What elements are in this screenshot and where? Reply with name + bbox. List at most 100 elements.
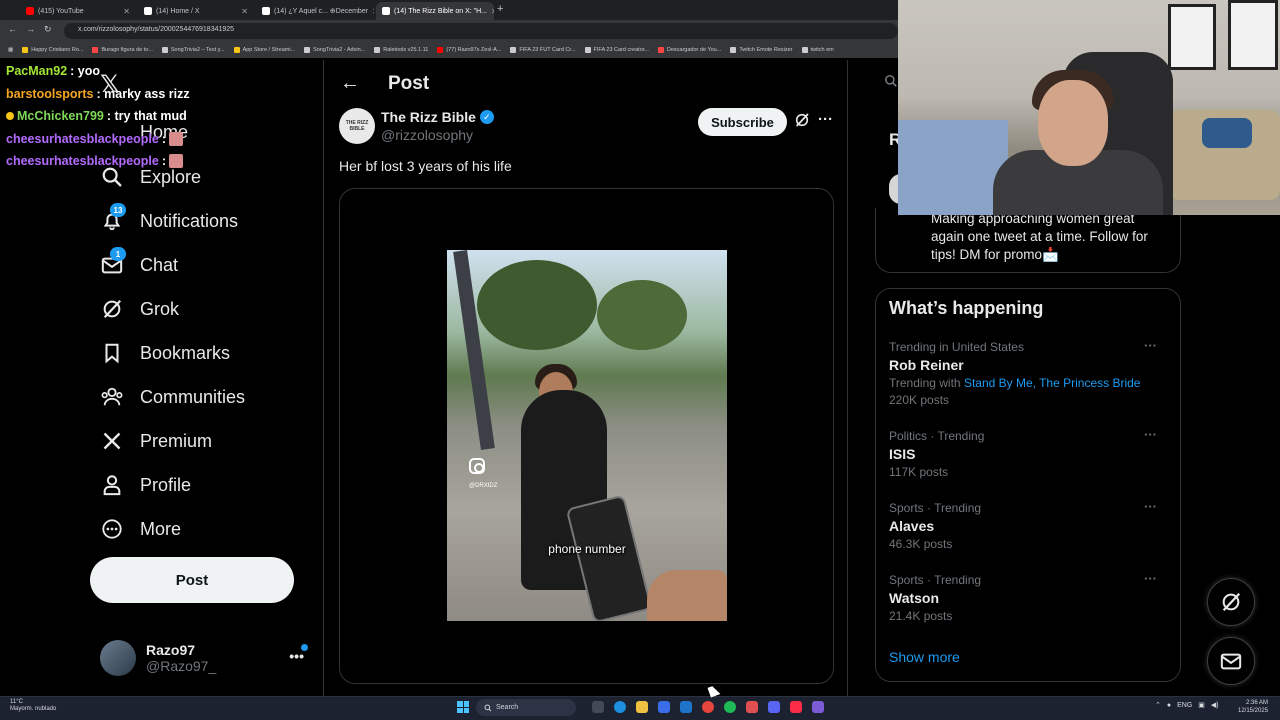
author-name[interactable]: The Rizz Bible ✓: [381, 109, 494, 125]
bookmark-item[interactable]: Burago figura de to...: [92, 47, 153, 53]
trend-item[interactable]: Sports · Trending Alaves 46.3K posts ···: [889, 499, 1169, 551]
url-field[interactable]: x.com/rizzolosophy/status/20002544769183…: [64, 23, 898, 39]
x-icon: [382, 7, 390, 15]
stream-chat-overlay: PacMan92: yoo barstoolsports: marky ass …: [6, 60, 246, 173]
store-icon[interactable]: [658, 701, 670, 713]
back-arrow-icon[interactable]: ←: [340, 72, 360, 95]
trend-item[interactable]: Sports · Trending Watson 21.4K posts ···: [889, 571, 1169, 623]
app-icon[interactable]: [746, 701, 758, 713]
more-horizontal-icon[interactable]: ···: [1144, 499, 1157, 514]
chrome-icon[interactable]: [702, 701, 714, 713]
jersey-frame: [1168, 4, 1216, 70]
browser-tab[interactable]: (14) Home / X ✕: [138, 2, 254, 20]
subscribe-button[interactable]: Subscribe: [698, 108, 787, 136]
mail-app-icon[interactable]: [680, 701, 692, 713]
chevron-up-icon: ⌃: [1155, 702, 1161, 709]
more-horizontal-icon[interactable]: ···: [1144, 427, 1157, 442]
video-player[interactable]: @DRXIDZ phone number: [447, 250, 727, 621]
tab-label: (14) ¿Y Aquel c... ⊕December: [274, 8, 369, 15]
more-horizontal-icon[interactable]: ···: [1144, 338, 1157, 353]
tab-label: (14) Home / X: [156, 7, 200, 15]
close-icon[interactable]: ✕: [123, 7, 130, 16]
chat-message: cheesurhatesblackpeople:: [6, 150, 246, 173]
more-horizontal-icon[interactable]: ···: [1144, 571, 1157, 586]
reload-icon[interactable]: ↻: [44, 24, 52, 35]
new-tab-icon[interactable]: +: [497, 3, 503, 15]
music-app-icon[interactable]: [790, 701, 802, 713]
taskbar-search[interactable]: Search: [476, 699, 576, 716]
mail-icon: 1: [100, 247, 126, 277]
nav-grok[interactable]: Grok: [100, 294, 179, 324]
trend-item[interactable]: Trending in United States Rob Reiner Tre…: [889, 338, 1169, 407]
edge-icon[interactable]: [614, 701, 626, 713]
apps-icon[interactable]: ▦: [8, 47, 13, 53]
bell-icon: 13: [100, 203, 126, 233]
bookmark-item[interactable]: Twitch Emote Resizer: [730, 47, 793, 53]
system-tray[interactable]: ⌃ ● ENG ▣ ◀): [1155, 701, 1219, 710]
author-handle[interactable]: @rizzolosophy: [381, 127, 473, 143]
nav-label: Profile: [140, 474, 192, 495]
bookmark-item[interactable]: twitch em: [801, 47, 834, 53]
bookmark-item[interactable]: Descargador de You...: [657, 47, 721, 53]
close-icon[interactable]: ✕: [372, 7, 374, 16]
task-view-icon[interactable]: [592, 701, 604, 713]
bookmark-item[interactable]: FIFA 23 Card creator...: [584, 47, 649, 53]
bookmark-icon: [100, 341, 124, 365]
back-icon[interactable]: ←: [8, 24, 17, 34]
bookmark-item[interactable]: App Store / Streami...: [233, 47, 295, 53]
whats-happening-title: What’s happening: [889, 298, 1044, 318]
discord-icon[interactable]: [768, 701, 780, 713]
browser-tab[interactable]: (415) YouTube ✕: [20, 2, 136, 20]
chat-badge: 1: [110, 247, 126, 261]
bookmark-item[interactable]: SongTrivia2 – Test y...: [161, 47, 225, 53]
trend-link[interactable]: Stand By Me, The Princess Bride: [964, 376, 1141, 390]
nav-label: Premium: [140, 430, 213, 451]
grok-icon[interactable]: [794, 112, 810, 132]
bookmark-item[interactable]: FIFA 23 FUT Card Cr...: [510, 47, 576, 53]
bookmark-item[interactable]: SongTrivia2 - Advin...: [304, 47, 365, 53]
browser-tab[interactable]: (14) ¿Y Aquel c... ⊕December ✕: [256, 2, 374, 20]
trend-item[interactable]: Politics · Trending ISIS 117K posts ···: [889, 427, 1169, 479]
nav-chat[interactable]: 1 Chat: [100, 247, 178, 280]
author-avatar[interactable]: THE RIZZ BIBLE: [339, 108, 375, 144]
nav-communities[interactable]: Communities: [100, 382, 245, 412]
taskbar-clock[interactable]: 2:36 AM 12/15/2025: [1238, 699, 1268, 715]
phone-in-video: [565, 494, 653, 621]
teams-icon[interactable]: [812, 701, 824, 713]
weather-widget[interactable]: 11°C Mayorm. nublado: [10, 699, 56, 713]
nav-more[interactable]: More: [100, 514, 181, 544]
account-switcher[interactable]: Razo97 @Razo97_ •••: [100, 638, 310, 678]
windows-start-icon[interactable]: [457, 701, 469, 713]
more-horizontal-icon[interactable]: •••: [289, 648, 304, 664]
search-icon: [484, 704, 492, 711]
bookmark-item[interactable]: Raletools v25.1.11: [374, 47, 428, 53]
tab-label: (415) YouTube: [38, 7, 84, 15]
people-icon: [100, 385, 124, 409]
post-button[interactable]: Post: [90, 557, 294, 603]
nav-bookmarks[interactable]: Bookmarks: [100, 338, 230, 368]
forward-icon[interactable]: →: [26, 24, 35, 34]
video-watermark: @DRXIDZ: [469, 483, 498, 489]
search-icon[interactable]: [884, 74, 898, 92]
nav-label: Grok: [140, 298, 180, 319]
close-icon[interactable]: ✕: [241, 7, 248, 16]
close-icon[interactable]: ✕: [491, 7, 494, 16]
nav-notifications[interactable]: 13 Notifications: [100, 203, 239, 236]
mic-icon: ●: [1166, 701, 1172, 709]
emote-icon: [169, 131, 184, 146]
bookmark-item[interactable]: (77) Razo97s Zesl-A...: [437, 47, 501, 53]
more-horizontal-icon[interactable]: ···: [818, 111, 833, 128]
badge-icon: [6, 112, 14, 121]
nav-profile[interactable]: Profile: [100, 470, 191, 500]
browser-tab-active[interactable]: (14) The Rizz Bible on X: "H... ✕: [376, 2, 494, 20]
grok-fab-button[interactable]: [1207, 578, 1255, 626]
show-more-link[interactable]: Show more: [889, 649, 960, 665]
bookmarks-bar: ▦ Happy Cristiano Ro... Burago figura de…: [0, 42, 900, 58]
spotify-icon[interactable]: [724, 701, 736, 713]
nav-premium[interactable]: Premium: [100, 426, 212, 456]
bookmark-item[interactable]: Happy Cristiano Ro...: [22, 47, 83, 53]
messages-fab-button[interactable]: [1207, 637, 1255, 685]
file-explorer-icon[interactable]: [636, 701, 648, 713]
nav-label: Notifications: [140, 210, 239, 231]
x-icon: [262, 7, 270, 15]
